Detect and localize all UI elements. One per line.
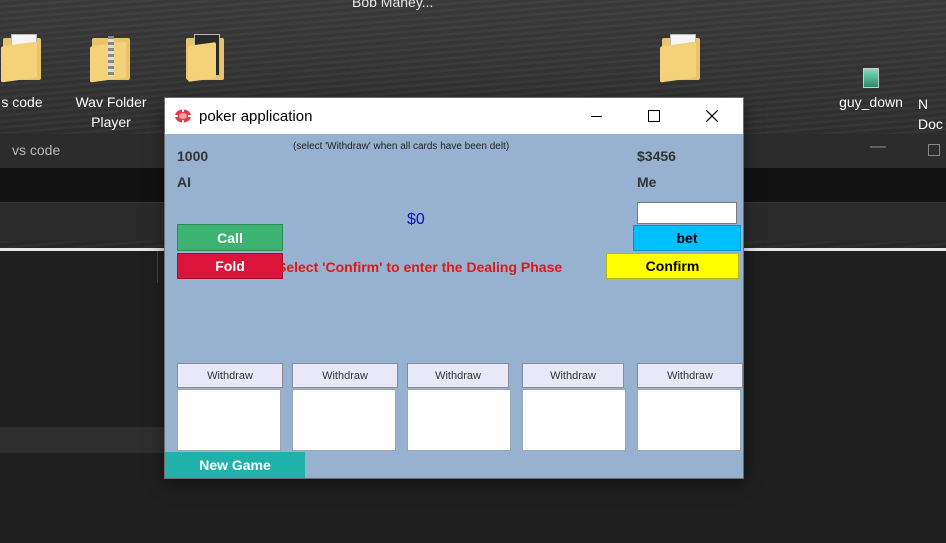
desktop-icon-folder-4[interactable] <box>656 32 706 83</box>
vscode-title: vs code <box>12 142 61 158</box>
close-button[interactable] <box>689 98 735 134</box>
folder-icon <box>660 32 702 83</box>
ai-label: AI <box>177 174 191 190</box>
desktop-icon-label: Wav Folder Player <box>75 94 147 130</box>
desktop-icon-folder-3[interactable] <box>180 32 230 82</box>
fold-button[interactable]: Fold <box>177 253 283 279</box>
window-title: poker application <box>199 108 313 125</box>
withdraw-button-3[interactable]: Withdraw <box>407 363 509 388</box>
poker-chip-icon <box>175 109 191 123</box>
folder-icon <box>1 32 43 83</box>
card-slot-1 <box>177 389 281 451</box>
minimize-button[interactable] <box>573 98 619 134</box>
vscode-highlight-row <box>0 427 170 453</box>
bet-button[interactable]: bet <box>633 225 741 251</box>
poker-window: poker application 1000 AI (select 'Withd… <box>165 98 743 478</box>
withdraw-button-2[interactable]: Withdraw <box>292 363 398 388</box>
card-slot-4 <box>522 389 626 451</box>
window-titlebar: poker application <box>165 98 743 134</box>
desktop-icon-wav-folder-player[interactable]: Wav Folder Player <box>70 32 152 132</box>
desktop-icon-label: guy_down <box>839 94 903 110</box>
bet-amount-input[interactable] <box>637 202 737 224</box>
phase-message: Select 'Confirm' to enter the Dealing Ph… <box>277 259 563 275</box>
vscode-maximize-icon[interactable] <box>928 144 940 156</box>
sprite-icon <box>863 68 879 88</box>
desktop-top-label: Bob Maney... <box>352 0 434 10</box>
card-slot-2 <box>292 389 396 451</box>
vscode-minimize-icon[interactable]: — <box>870 138 886 156</box>
card-slot-3 <box>407 389 511 451</box>
desktop-icon-label: s code <box>1 94 43 110</box>
withdraw-button-4[interactable]: Withdraw <box>522 363 624 388</box>
vscode-panel-divider <box>157 251 158 283</box>
minimize-icon <box>590 115 602 117</box>
zip-folder-icon <box>90 32 132 83</box>
player-chip-count: $3456 <box>637 148 676 164</box>
desktop-icon-n-doc[interactable]: N Doc <box>918 94 946 134</box>
call-button[interactable]: Call <box>177 224 283 251</box>
folder-icon <box>184 32 226 82</box>
maximize-icon <box>648 110 660 122</box>
withdraw-button-1[interactable]: Withdraw <box>177 363 283 388</box>
maximize-button[interactable] <box>631 98 677 134</box>
desktop-icon-label: N Doc <box>918 96 943 132</box>
withdraw-button-5[interactable]: Withdraw <box>637 363 743 388</box>
close-icon <box>706 110 718 122</box>
desktop-icon-vscode[interactable]: s code <box>0 32 62 112</box>
withdraw-hint: (select 'Withdraw' when all cards have b… <box>293 141 510 152</box>
confirm-button[interactable]: Confirm <box>606 253 739 279</box>
player-label: Me <box>637 174 657 190</box>
card-slot-5 <box>637 389 741 451</box>
pot-amount: $0 <box>407 211 425 228</box>
ai-chip-count: 1000 <box>177 148 209 164</box>
new-game-button[interactable]: New Game <box>165 452 305 478</box>
desktop-icon-guy-down[interactable]: guy_down <box>832 68 910 112</box>
